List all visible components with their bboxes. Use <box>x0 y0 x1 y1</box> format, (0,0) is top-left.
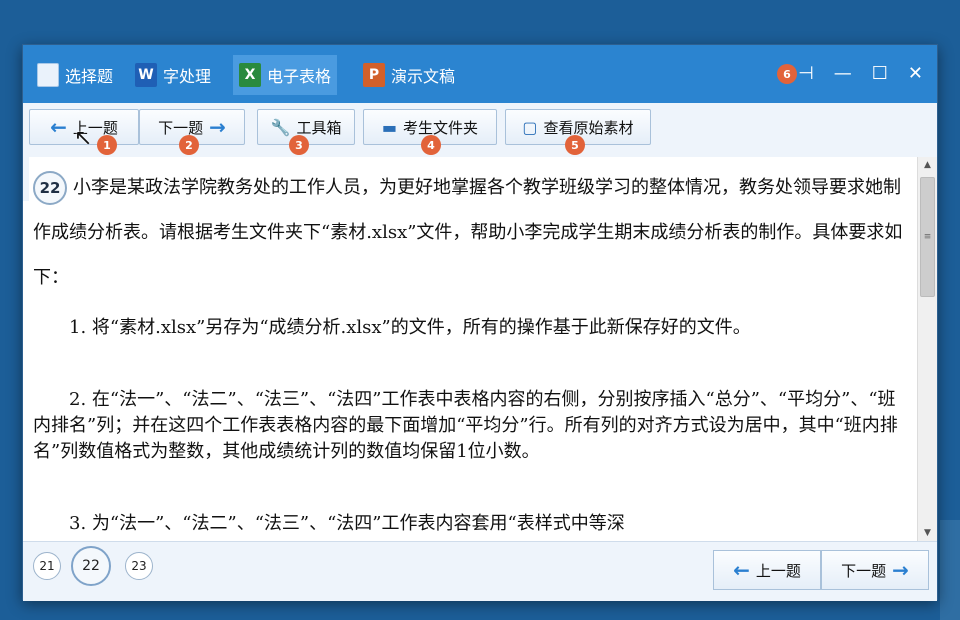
tab-label: 电子表格 <box>267 67 332 86</box>
folder-label: 考生文件夹 <box>403 118 479 137</box>
minimize-icon[interactable]: — <box>834 63 852 84</box>
question-number-badge: 22 <box>33 171 67 205</box>
footer-next-button[interactable]: 下一题 → <box>821 550 929 590</box>
question-intro: 小李是某政法学院教务处的工作人员，为更好地掌握各个教学班级学习的整体情况，教务处… <box>33 177 903 288</box>
wrench-icon: 🔧 <box>270 117 291 137</box>
annotation-badge-2: 2 <box>179 135 199 155</box>
requirement-item-2: 2. 在“法一”、“法二”、“法三”、“法四”工作表中表格内容的右侧，分别按序插… <box>33 389 898 462</box>
arrow-left-icon: ← <box>733 558 750 582</box>
arrow-left-icon: ← <box>50 115 67 139</box>
title-bar: 选择题 W 字处理 X 电子表格 P 演示文稿 6 ⊣ — ☐ ✕ <box>23 45 937 103</box>
question-nav-21[interactable]: 21 <box>33 552 61 580</box>
mouse-pointer-icon: ↖ <box>74 126 93 151</box>
tab-word-processing[interactable]: W 字处理 <box>129 55 217 95</box>
question-content: 22 小李是某政法学院教务处的工作人员，为更好地掌握各个教学班级学习的整体情况，教… <box>29 157 917 541</box>
footer-next-label: 下一题 <box>841 561 887 580</box>
tab-label: 字处理 <box>163 67 212 86</box>
scroll-down-icon[interactable]: ▼ <box>918 525 937 541</box>
tab-spreadsheet[interactable]: X 电子表格 <box>233 55 338 95</box>
toolbox-label: 工具箱 <box>296 118 342 137</box>
annotation-badge-4: 4 <box>421 135 441 155</box>
exam-window: 选择题 W 字处理 X 电子表格 P 演示文稿 6 ⊣ — ☐ ✕ ← 上一题 … <box>22 44 938 601</box>
scroll-up-icon[interactable]: ▲ <box>918 157 937 173</box>
arrow-right-icon: → <box>209 115 226 139</box>
word-icon: W <box>135 63 157 87</box>
question-nav-22[interactable]: 22 <box>71 546 111 586</box>
document-icon <box>37 63 59 87</box>
maximize-icon[interactable]: ☐ <box>872 63 888 84</box>
annotation-badge-1: 1 <box>97 135 117 155</box>
footer-prev-button[interactable]: ← 上一题 <box>713 550 821 590</box>
annotation-badge-5: 5 <box>565 135 585 155</box>
close-icon[interactable]: ✕ <box>908 63 923 84</box>
next-label: 下一题 <box>158 118 204 137</box>
powerpoint-icon: P <box>363 63 385 87</box>
question-intro-paragraph: 22 小李是某政法学院教务处的工作人员，为更好地掌握各个教学班级学习的整体情况，教… <box>33 165 913 300</box>
tab-choice-questions[interactable]: 选择题 <box>31 55 119 95</box>
excel-icon: X <box>239 63 261 87</box>
arrow-right-icon: → <box>892 558 909 582</box>
tab-label: 选择题 <box>65 67 114 86</box>
footer-prev-label: 上一题 <box>755 561 801 580</box>
view-source-label: 查看原始素材 <box>543 118 634 137</box>
window-controls: ⊣ — ☐ ✕ <box>798 63 923 84</box>
scroll-thumb[interactable]: ≡ <box>920 177 935 297</box>
tab-label: 演示文稿 <box>391 67 456 86</box>
footer-bar: 21 22 23 ← 上一题 下一题 → <box>23 541 937 601</box>
question-nav-23[interactable]: 23 <box>125 552 153 580</box>
annotation-badge-3: 3 <box>289 135 309 155</box>
requirement-item-1: 1. 将“素材.xlsx”另存为“成绩分析.xlsx”的文件，所有的操作基于此新… <box>69 317 751 338</box>
pin-icon[interactable]: ⊣ <box>798 63 814 84</box>
vertical-scrollbar[interactable]: ▲ ≡ ▼ <box>917 157 937 541</box>
folder-icon: ▬ <box>381 117 398 137</box>
desktop-edge <box>940 520 960 620</box>
file-icon: ▢ <box>522 117 538 137</box>
tab-presentation[interactable]: P 演示文稿 <box>357 55 461 95</box>
annotation-badge-6: 6 <box>777 64 797 84</box>
requirement-item-3: 3. 为“法一”、“法二”、“法三”、“法四”工作表内容套用“表样式中等深 <box>69 513 625 534</box>
